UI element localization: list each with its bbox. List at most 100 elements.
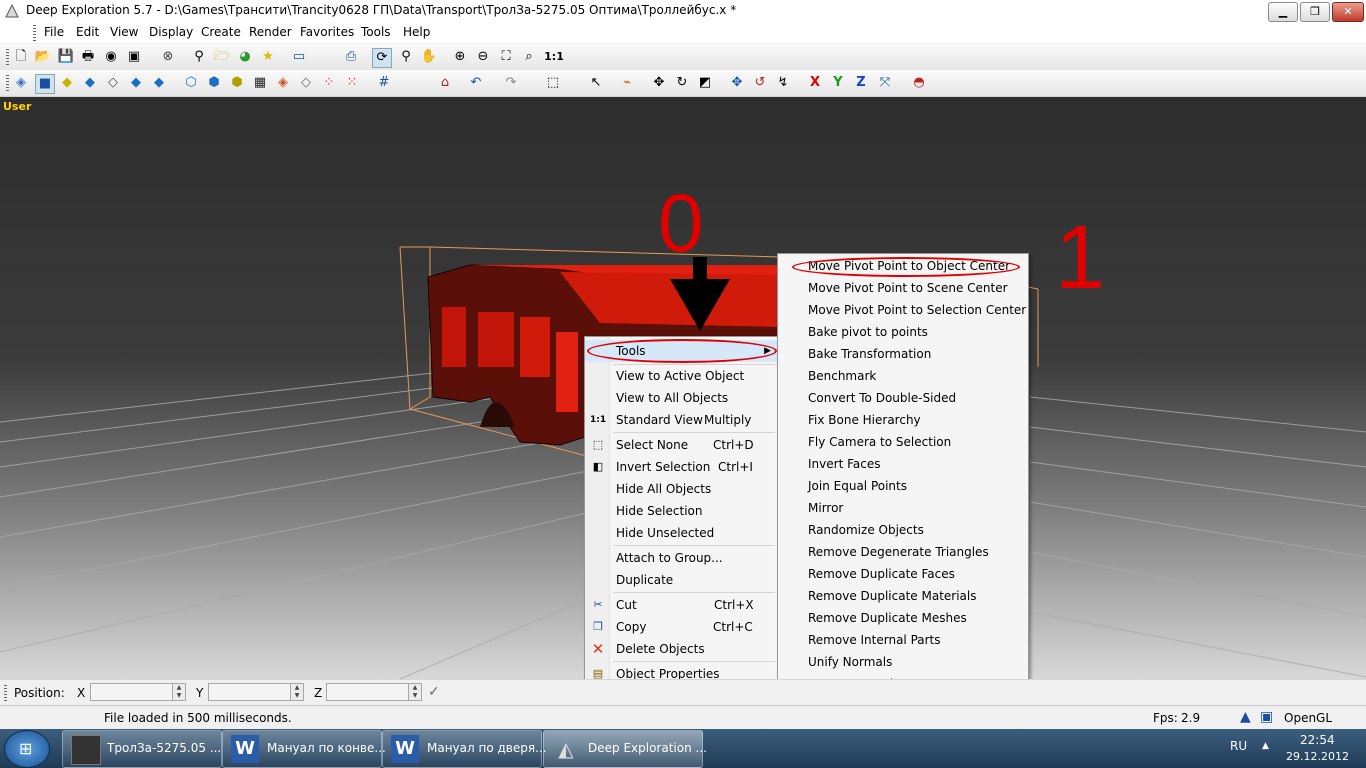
menu-create[interactable]: Create [201, 25, 241, 39]
y-input[interactable] [208, 683, 294, 701]
context-item-invert-selection[interactable]: ◧ Invert Selection Ctrl+I [585, 456, 777, 478]
menu-edit[interactable]: Edit [76, 25, 99, 39]
solid-cube-icon[interactable]: ■ [35, 74, 55, 94]
context-item-delete[interactable]: ✕ Delete Objects [585, 638, 777, 660]
context-item-copy[interactable]: ❐ Copy Ctrl+C [585, 616, 777, 638]
solid-blue-icon[interactable]: ⬢ [205, 74, 223, 92]
x-axis-icon[interactable]: X [806, 74, 824, 92]
rotate-icon[interactable]: ↻ [673, 74, 691, 92]
wire-cube-icon[interactable]: ◇ [104, 74, 122, 92]
undo-icon[interactable]: ↶ [467, 74, 485, 92]
menu-render[interactable]: Render [249, 25, 292, 39]
context-item-view-active[interactable]: View to Active Object [585, 365, 777, 387]
material-icon[interactable]: ◈ [274, 74, 292, 92]
z-input[interactable] [326, 683, 412, 701]
y-spinner[interactable]: ▲ ▼ [290, 683, 304, 701]
shaded-cube-icon[interactable]: ◈ [12, 74, 30, 92]
task-deep-exploration[interactable]: ◭ Deep Exploration ... [543, 730, 707, 768]
context-item-standard-view[interactable]: 1:1 Standard View Multiply [585, 409, 777, 431]
helmet-icon[interactable]: ◓ [910, 74, 928, 92]
submenu-item[interactable]: Join Equal Points [778, 475, 1028, 497]
grid-icon[interactable]: # [375, 74, 393, 92]
vertices-icon[interactable]: ⁙ [343, 74, 361, 92]
submenu-item[interactable]: Remove Internal Parts [778, 629, 1028, 651]
submenu-item[interactable]: Remove Duplicate Meshes [778, 607, 1028, 629]
submenu-item[interactable]: Invert Faces [778, 453, 1028, 475]
orbit-rotate-icon[interactable]: ⟳ [372, 48, 392, 68]
redo-icon[interactable]: ↷ [502, 74, 520, 92]
browse-folder-icon[interactable]: 🗁 [213, 48, 231, 66]
move-pivot-icon[interactable]: ✥ [728, 74, 746, 92]
pointer-icon[interactable]: ↖ [587, 74, 605, 92]
zoom-out-icon[interactable]: ⊖ [474, 48, 492, 66]
print-icon[interactable]: 🖶 [79, 48, 97, 66]
paint-icon[interactable]: ⌁ [618, 74, 636, 92]
task-trolza[interactable]: ТролЗа-5275.05 ... [62, 730, 222, 768]
menu-tools[interactable]: Tools [361, 25, 391, 39]
clock-date[interactable]: 29.12.2012 [1286, 750, 1349, 763]
task-word-2[interactable]: W Мануал по дверя... [382, 730, 547, 768]
close-button[interactable]: ✕ [1332, 2, 1364, 22]
transform-icon[interactable]: ↯ [774, 74, 792, 92]
toolbar2-grip[interactable] [6, 75, 9, 91]
find-icon[interactable]: ⚲ [190, 48, 208, 66]
scene-icon[interactable]: ⌂ [436, 74, 454, 92]
x-spinner[interactable]: ▲ ▼ [172, 683, 186, 701]
zoom-tool-icon[interactable]: ⚲ [397, 48, 415, 66]
submenu-item[interactable]: Move Pivot Point to Selection Center [778, 299, 1028, 321]
save-icon[interactable]: 💾 [57, 48, 75, 66]
submenu-item[interactable]: Bake pivot to points [778, 321, 1028, 343]
clock-time[interactable]: 22:54 [1300, 733, 1335, 747]
select-region-icon[interactable]: ⬚ [544, 74, 562, 92]
menu-view[interactable]: View [110, 25, 138, 39]
texture-icon[interactable]: ⬢ [228, 74, 246, 92]
context-item-attach-group[interactable]: Attach to Group... [585, 547, 777, 569]
submenu-item[interactable]: Remove Degenerate Triangles [778, 541, 1028, 563]
tray-arrow-icon[interactable]: ▲ [1262, 741, 1269, 751]
move-icon[interactable]: ✥ [650, 74, 668, 92]
menu-file[interactable]: File [44, 25, 64, 39]
restore-button[interactable]: ❐ [1300, 2, 1330, 22]
context-item-select-none[interactable]: ⬚ Select None Ctrl+D [585, 434, 777, 456]
z-axis-icon[interactable]: Z [852, 74, 870, 92]
task-word-1[interactable]: W Мануал по конве... [222, 730, 386, 768]
actual-size-icon[interactable]: 1:1 [543, 48, 565, 66]
apply-check-icon[interactable]: ✓ [428, 684, 440, 700]
stop-icon[interactable]: ⊗ [159, 48, 177, 66]
favorite-star-icon[interactable]: ★ [259, 48, 277, 66]
web-icon[interactable]: ◕ [236, 48, 254, 66]
submenu-item[interactable]: Fix Bone Hierarchy [778, 409, 1028, 431]
context-item-duplicate[interactable]: Duplicate [585, 569, 777, 591]
submenu-item[interactable]: Remove Duplicate Faces [778, 563, 1028, 585]
position-bar-grip[interactable] [4, 685, 7, 701]
submenu-item[interactable]: Unify Normals [778, 651, 1028, 673]
submenu-item[interactable]: Bake Transformation [778, 343, 1028, 365]
context-item-hide-selection[interactable]: Hide Selection [585, 500, 777, 522]
submenu-item[interactable]: Remove Duplicate Materials [778, 585, 1028, 607]
submenu-item[interactable]: Benchmark [778, 365, 1028, 387]
textured-cube-icon[interactable]: ◆ [58, 74, 76, 92]
outline-icon[interactable]: ◇ [297, 74, 315, 92]
flat-cube-icon[interactable]: ◆ [127, 74, 145, 92]
window-layout-icon[interactable]: ▭ [290, 48, 308, 66]
menu-display[interactable]: Display [149, 25, 193, 39]
wireframe-blue-icon[interactable]: ⬡ [182, 74, 200, 92]
checker-icon[interactable]: ▦ [251, 74, 269, 92]
minimize-button[interactable]: ▁ [1268, 2, 1298, 22]
x-input[interactable] [90, 683, 176, 701]
menu-grip[interactable] [33, 25, 36, 41]
smooth-cube-icon[interactable]: ◆ [81, 74, 99, 92]
z-spinner[interactable]: ▲ ▼ [408, 683, 422, 701]
new-file-icon[interactable]: 🗋 [12, 48, 30, 66]
submenu-item[interactable]: Fly Camera to Selection [778, 431, 1028, 453]
menu-favorites[interactable]: Favorites [300, 25, 354, 39]
submenu-item[interactable]: Randomize Objects [778, 519, 1028, 541]
context-item-hide-all[interactable]: Hide All Objects [585, 478, 777, 500]
camera-icon[interactable]: ◉ [102, 48, 120, 66]
language-indicator[interactable]: RU [1230, 739, 1247, 753]
zoom-region-icon[interactable]: ⌕ [520, 48, 538, 66]
zoom-in-icon[interactable]: ⊕ [451, 48, 469, 66]
document-view-icon[interactable]: ⎙ [342, 48, 360, 66]
toolbar-grip[interactable] [6, 49, 9, 65]
axis-constraint-icon[interactable]: ⤧ [876, 74, 894, 92]
